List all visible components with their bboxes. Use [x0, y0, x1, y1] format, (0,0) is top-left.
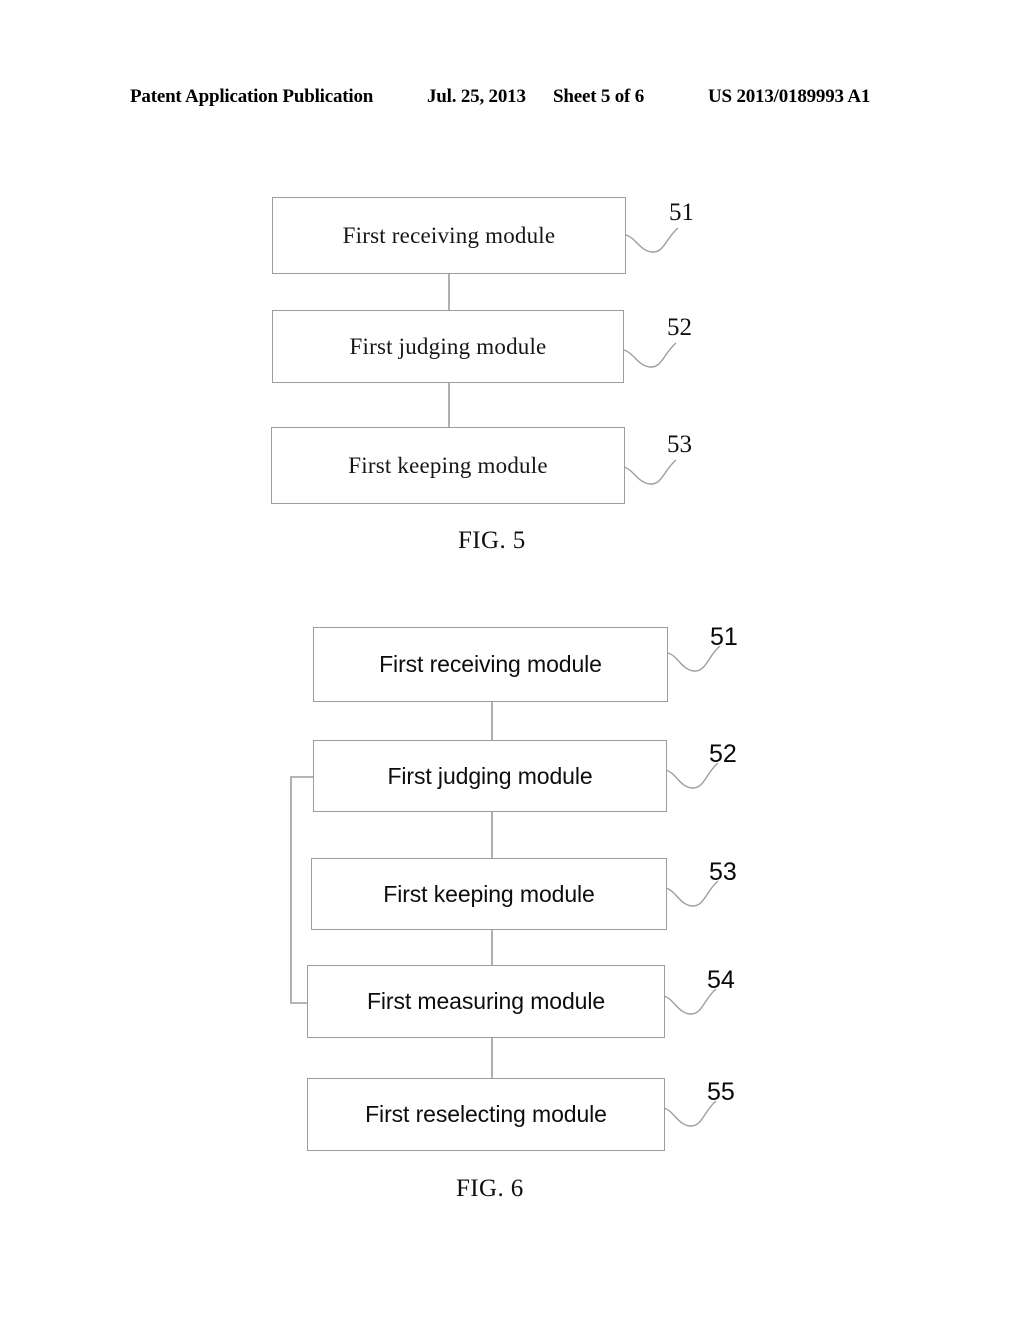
fig6-ref-numeral-55: 55: [707, 1078, 735, 1106]
fig6-ref-numeral-51: 51: [710, 623, 738, 651]
leader-line-52: [623, 342, 677, 368]
fig6-ref-numeral-54: 54: [707, 966, 735, 994]
fig5-ref-numeral-52: 52: [667, 314, 692, 341]
fig6-box-label-55: First reselecting module: [365, 1101, 607, 1127]
fig6-ref-numeral-53: 53: [709, 858, 737, 886]
header-patent-number: US 2013/0189993 A1: [708, 86, 871, 107]
header-sheet-label: Sheet 5 of 6: [553, 86, 645, 107]
fig5-box-label-51: First receiving module: [342, 222, 556, 248]
figure-5-caption: FIG. 5: [458, 527, 526, 554]
leader-line-51: [625, 227, 679, 253]
fig6-box-first-keeping-module: First keeping module: [311, 858, 667, 930]
fig5-ref-numeral-53: 53: [667, 431, 692, 458]
fig6-box-label-52: First judging module: [387, 762, 593, 789]
fig5-box-label-52: First judging module: [349, 333, 547, 359]
figure-6-caption: FIG. 6: [456, 1175, 524, 1202]
header-date-label: Jul. 25, 2013: [427, 86, 526, 107]
fig5-box-first-keeping-module: First keeping module: [271, 427, 625, 504]
fig6-box-label-51: First receiving module: [379, 651, 602, 677]
figure-5: First receiving module First judging mod…: [0, 160, 1024, 580]
fig6-box-label-54: First measuring module: [366, 988, 606, 1014]
fig5-box-first-receiving-module: First receiving module: [272, 197, 626, 274]
fig5-ref-numeral-51: 51: [669, 199, 694, 226]
fig5-box-label-53: First keeping module: [348, 452, 548, 478]
leader-line-53: [623, 459, 677, 485]
header-publication-label: Patent Application Publication: [130, 86, 374, 107]
page-header: Patent Application Publication Jul. 25, …: [0, 86, 1024, 112]
fig6-box-first-reselecting-module: First reselecting module: [307, 1078, 665, 1151]
fig6-ref-numeral-52: 52: [709, 740, 737, 768]
fig6-box-first-receiving-module: First receiving module: [313, 627, 668, 702]
fig5-box-first-judging-module: First judging module: [272, 310, 624, 383]
fig6-box-label-53: First keeping module: [383, 880, 595, 907]
figure-6: First receiving module First judging mod…: [0, 600, 1024, 1240]
fig6-box-first-judging-module: First judging module: [313, 740, 667, 812]
fig6-box-first-measuring-module: First measuring module: [307, 965, 665, 1038]
